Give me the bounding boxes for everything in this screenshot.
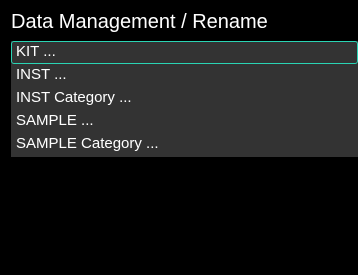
menu-item-inst[interactable]: INST ... <box>11 64 358 87</box>
menu-item-inst-category[interactable]: INST Category ... <box>11 87 358 110</box>
rename-menu-list: KIT ... INST ... INST Category ... SAMPL… <box>11 41 358 157</box>
menu-item-sample[interactable]: SAMPLE ... <box>11 110 358 133</box>
menu-item-sample-category[interactable]: SAMPLE Category ... <box>11 133 358 156</box>
page-title: Data Management / Rename <box>11 11 268 33</box>
menu-item-kit[interactable]: KIT ... <box>11 41 358 64</box>
